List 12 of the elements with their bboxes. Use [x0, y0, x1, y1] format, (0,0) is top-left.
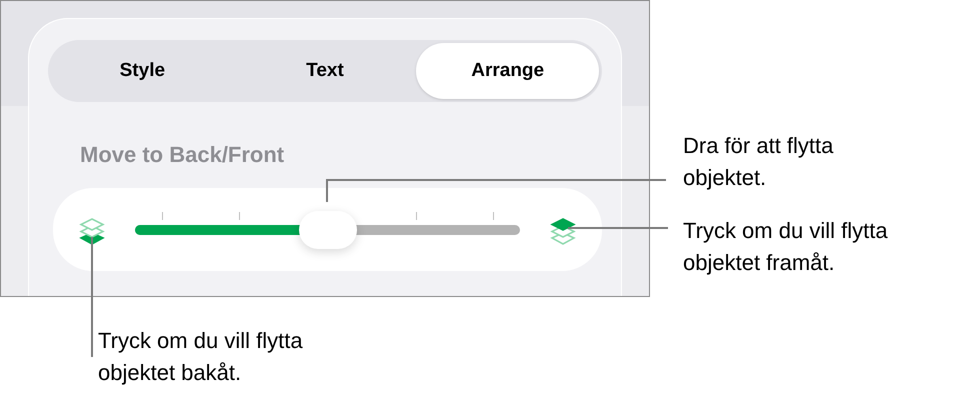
- tab[interactable]: Arrange: [416, 43, 600, 99]
- callout-text: Tryck om du vill flytta objektet framåt.: [683, 217, 889, 277]
- tick-mark: [416, 212, 418, 220]
- tick-mark: [493, 212, 494, 220]
- tick-mark: [162, 212, 163, 220]
- callout-text: Tryck om du vill flytta objektet bakåt.: [98, 327, 304, 387]
- callout-text: Dra för att flytta objektet.: [683, 132, 834, 192]
- tick-mark: [238, 212, 240, 220]
- slider-thumb[interactable]: [298, 210, 356, 248]
- tab[interactable]: Style: [51, 43, 234, 99]
- tab[interactable]: Text: [234, 43, 416, 99]
- section-label: Move to Back/Front: [80, 144, 286, 166]
